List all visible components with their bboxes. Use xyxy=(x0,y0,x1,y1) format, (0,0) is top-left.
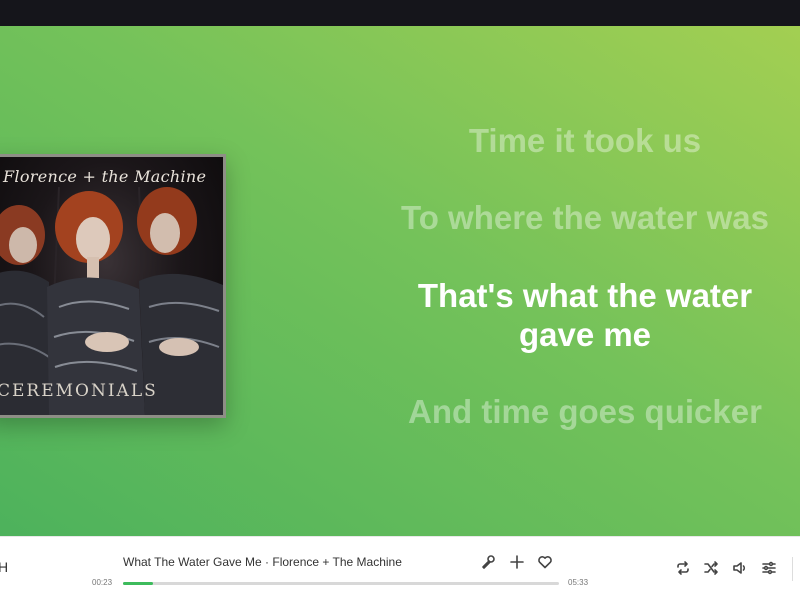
shuffle-icon[interactable] xyxy=(701,558,721,578)
album-artist-text: Florence + the Machine xyxy=(3,167,207,186)
player-bar: H What The Water Gave Me · Florence + Th… xyxy=(0,536,800,600)
top-bar xyxy=(0,0,800,26)
album-cover-art: Florence + the Machine CEREMONIALS xyxy=(0,157,223,415)
progress-fill xyxy=(123,582,154,585)
lyric-line-current[interactable]: That's what the water gave me xyxy=(340,276,800,354)
lyric-line-previous[interactable]: To where the water was xyxy=(340,198,800,237)
microphone-icon[interactable] xyxy=(478,552,498,572)
album-cover-illustration xyxy=(0,186,223,415)
album-title-text: CEREMONIALS xyxy=(0,381,158,401)
progress-bar[interactable] xyxy=(123,582,559,585)
album-cover[interactable]: Florence + the Machine CEREMONIALS xyxy=(0,154,226,418)
clipped-control-glyph[interactable]: H xyxy=(0,559,8,575)
lyric-current-part: That's what the water xyxy=(417,277,753,314)
lyric-line-next[interactable]: And time goes quicker xyxy=(340,392,800,431)
plus-icon[interactable] xyxy=(507,552,527,572)
heart-icon[interactable] xyxy=(535,552,555,572)
lyric-line-previous[interactable]: Time it took us xyxy=(340,121,800,160)
repeat-icon[interactable] xyxy=(673,558,693,578)
lyrics-stage: Florence + the Machine CEREMONIALS Time … xyxy=(0,26,800,536)
track-title[interactable]: What The Water Gave Me · Florence + The … xyxy=(123,555,402,569)
divider xyxy=(792,557,793,581)
total-duration: 05:33 xyxy=(568,578,589,587)
lyric-current-part: gave me xyxy=(518,316,652,353)
elapsed-time: 00:23 xyxy=(92,578,113,587)
volume-icon[interactable] xyxy=(730,558,750,578)
sliders-icon[interactable] xyxy=(759,558,779,578)
